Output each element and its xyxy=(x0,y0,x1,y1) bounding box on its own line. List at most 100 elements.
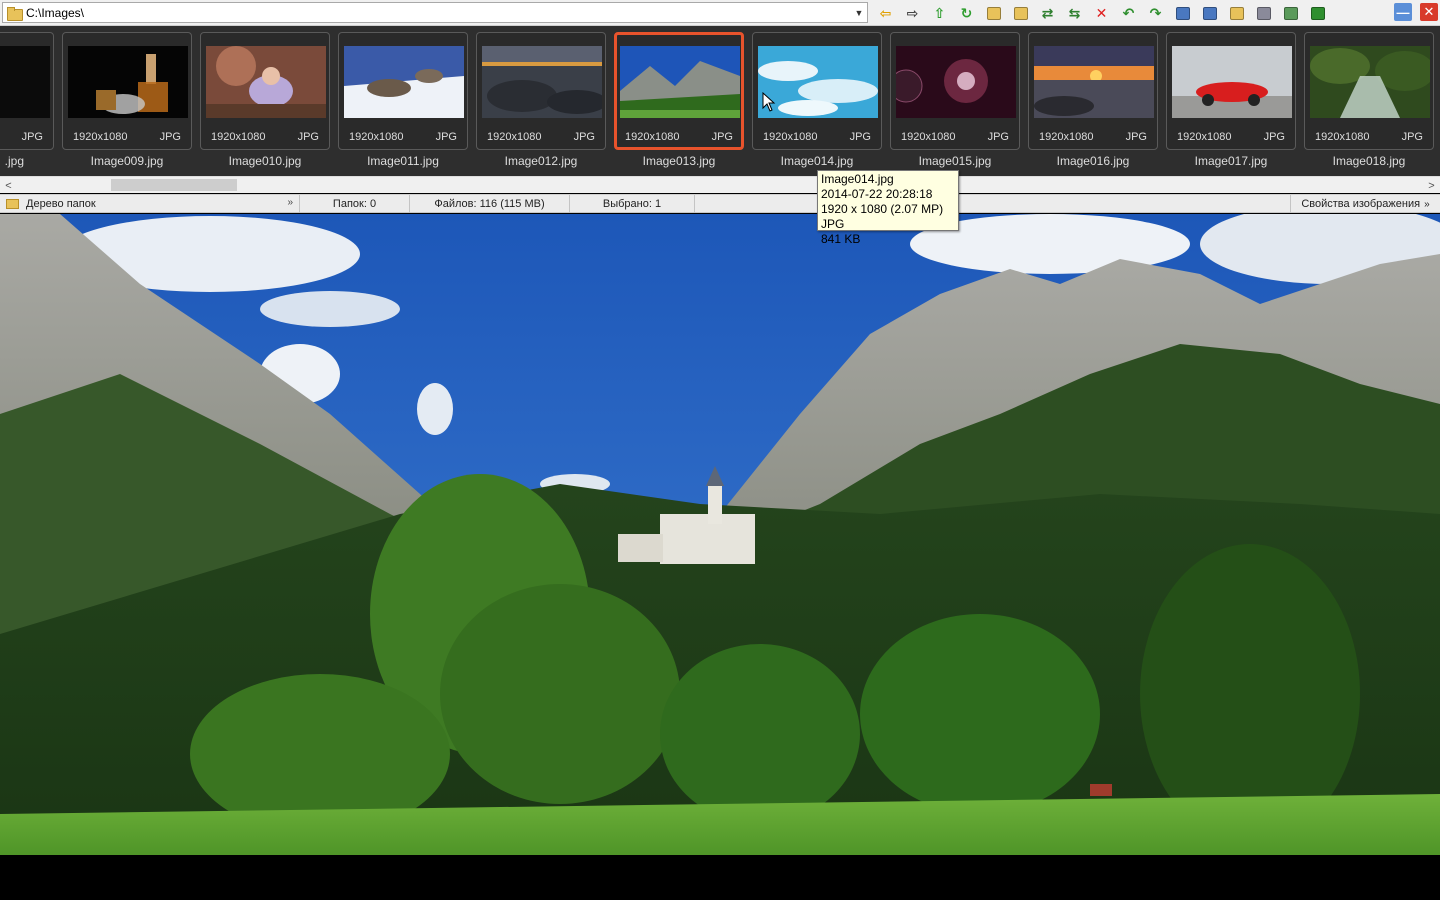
thumbnail-image xyxy=(1034,46,1154,118)
thumbnail-image xyxy=(68,46,188,118)
thumbnail-filename[interactable]: Image017.jpg xyxy=(1161,154,1301,168)
thumbnail-card[interactable]: 1920x1080 JPG xyxy=(1304,32,1434,150)
back-icon: ⇦ xyxy=(879,5,892,21)
thumbnail-image xyxy=(482,46,602,118)
delete-button[interactable]: ✕ xyxy=(1088,3,1115,23)
thumbnail-card[interactable]: 1920x1080 JPG xyxy=(476,32,606,150)
chevron-double-icon[interactable]: » xyxy=(287,197,293,208)
thumbnail-image xyxy=(758,46,878,118)
thumbnail-filename[interactable]: Image016.jpg xyxy=(1023,154,1163,168)
path-combobox[interactable]: C:\Images\ ▼ xyxy=(2,2,868,23)
thumbnail-type: JPG xyxy=(711,131,733,143)
edit-icon-shape xyxy=(1283,6,1298,20)
thumbnail-image xyxy=(0,46,50,118)
thumbnail-image xyxy=(206,46,326,118)
thumbnail-card[interactable]: 1920x1080 JPG xyxy=(1166,32,1296,150)
thumbnail-scrollbar[interactable]: < > xyxy=(0,176,1440,193)
forward-button[interactable]: ⇨ xyxy=(899,3,926,23)
thumbnail-filename[interactable]: Image010.jpg xyxy=(195,154,335,168)
thumbnail-type: JPG xyxy=(159,131,181,143)
rotate-left-button[interactable]: ↶ xyxy=(1115,3,1142,23)
edit-button[interactable] xyxy=(1277,3,1304,23)
minimize-icon: — xyxy=(1396,4,1410,20)
thumbnail-card[interactable]: 1920x1080 JPG xyxy=(614,32,744,150)
thumbnail-card[interactable]: 1920x1080 JPG xyxy=(752,32,882,150)
open-button[interactable] xyxy=(1223,3,1250,23)
thumbnail-type: JPG xyxy=(21,131,43,143)
thumbnail-type: JPG xyxy=(987,131,1009,143)
slideshow-button[interactable] xyxy=(1196,3,1223,23)
thumbnail-filename[interactable]: Image018.jpg xyxy=(1299,154,1439,168)
folder-icon xyxy=(6,199,19,209)
new-folder-button[interactable] xyxy=(980,3,1007,23)
thumbnail-type: JPG xyxy=(1263,131,1285,143)
exit-icon xyxy=(1310,5,1326,21)
chevron-down-icon[interactable]: ▼ xyxy=(851,3,867,22)
rotate-left-icon: ↶ xyxy=(1122,5,1135,21)
print-icon xyxy=(1256,5,1272,21)
exit-button[interactable] xyxy=(1304,3,1331,23)
tooltip-dimensions: 1920 x 1080 (2.07 MP) JPG xyxy=(821,202,944,231)
main-image-viewer[interactable] xyxy=(0,214,1440,855)
print-button[interactable] xyxy=(1250,3,1277,23)
window-controls: — ✕ xyxy=(1394,3,1438,21)
folder-up-button[interactable]: ⇧ xyxy=(926,3,953,23)
thumbnail-resolution: 1920x1080 xyxy=(1315,131,1370,143)
close-icon: ✕ xyxy=(1423,4,1435,19)
rotate-right-button[interactable]: ↷ xyxy=(1142,3,1169,23)
thumbnail-card[interactable]: 1920x1080 JPG xyxy=(1028,32,1158,150)
open-icon xyxy=(1229,5,1245,21)
folder-count: Папок: 0 xyxy=(300,195,410,213)
thumbnail-filename[interactable]: Image009.jpg xyxy=(57,154,197,168)
back-button[interactable]: ⇦ xyxy=(872,3,899,23)
thumbnail-filename[interactable]: Image014.jpg xyxy=(747,154,887,168)
thumbnail-card[interactable]: 1920x1080 JPG xyxy=(338,32,468,150)
tooltip-datetime: 2014-07-22 20:28:18 xyxy=(821,187,933,201)
thumbnail-filename[interactable]: .jpg xyxy=(0,154,24,168)
refresh-icon: ↻ xyxy=(960,5,973,21)
forward-icon: ⇨ xyxy=(906,5,919,21)
image-viewer-window: C:\Images\ ▼ ⇦ ⇨ ⇧ ↻ ⇄ ⇆ ✕ ↶ ↷ — ✕ JPG .jpg 1920x1… xyxy=(0,0,1440,900)
selected-count: Выбрано: 1 xyxy=(570,195,695,213)
thumbnail-type: JPG xyxy=(573,131,595,143)
folder-up-icon: ⇧ xyxy=(933,5,946,21)
image-properties-toggle[interactable]: Свойства изображения » xyxy=(1290,195,1440,213)
scroll-right-icon[interactable]: > xyxy=(1423,177,1440,194)
compare-icon xyxy=(1175,5,1191,21)
thumbnail-type: JPG xyxy=(849,131,871,143)
thumbnail-card[interactable]: JPG xyxy=(0,32,54,150)
thumbnail-image xyxy=(896,46,1016,118)
delete-icon: ✕ xyxy=(1095,5,1108,21)
close-button[interactable]: ✕ xyxy=(1420,3,1438,21)
thumbnail-filename[interactable]: Image013.jpg xyxy=(609,154,749,168)
tooltip-size: 841 KB xyxy=(821,232,861,246)
chevron-double-icon: » xyxy=(1424,198,1430,210)
new-folder-icon xyxy=(986,5,1002,21)
rotate-right-icon: ↷ xyxy=(1149,5,1162,21)
thumbnail-card[interactable]: 1920x1080 JPG xyxy=(890,32,1020,150)
thumbnail-filename[interactable]: Image015.jpg xyxy=(885,154,1025,168)
move-to-icon: ⇆ xyxy=(1068,5,1081,21)
minimize-button[interactable]: — xyxy=(1394,3,1412,21)
folder-tree-toggle[interactable]: Дерево папок » xyxy=(0,195,300,213)
thumbnail-card[interactable]: 1920x1080 JPG xyxy=(200,32,330,150)
thumbnail-resolution: 1920x1080 xyxy=(625,131,680,143)
scroll-left-icon[interactable]: < xyxy=(0,177,17,194)
path-text[interactable]: C:\Images\ xyxy=(26,6,851,20)
edit-icon xyxy=(1283,5,1299,21)
thumbnail-filename[interactable]: Image012.jpg xyxy=(471,154,611,168)
thumbnail-type: JPG xyxy=(297,131,319,143)
folder-button[interactable] xyxy=(1007,3,1034,23)
compare-button[interactable] xyxy=(1169,3,1196,23)
thumbnail-card[interactable]: 1920x1080 JPG xyxy=(62,32,192,150)
copy-to-button[interactable]: ⇄ xyxy=(1034,3,1061,23)
thumbnail-image xyxy=(344,46,464,118)
toolbar-buttons: ⇦ ⇨ ⇧ ↻ ⇄ ⇆ ✕ ↶ ↷ xyxy=(872,3,1331,23)
folder-icon xyxy=(1013,5,1029,21)
refresh-button[interactable]: ↻ xyxy=(953,3,980,23)
move-to-button[interactable]: ⇆ xyxy=(1061,3,1088,23)
thumbnail-resolution: 1920x1080 xyxy=(763,131,818,143)
thumbnail-image xyxy=(620,46,740,118)
scrollbar-thumb[interactable] xyxy=(111,179,237,191)
thumbnail-filename[interactable]: Image011.jpg xyxy=(333,154,473,168)
